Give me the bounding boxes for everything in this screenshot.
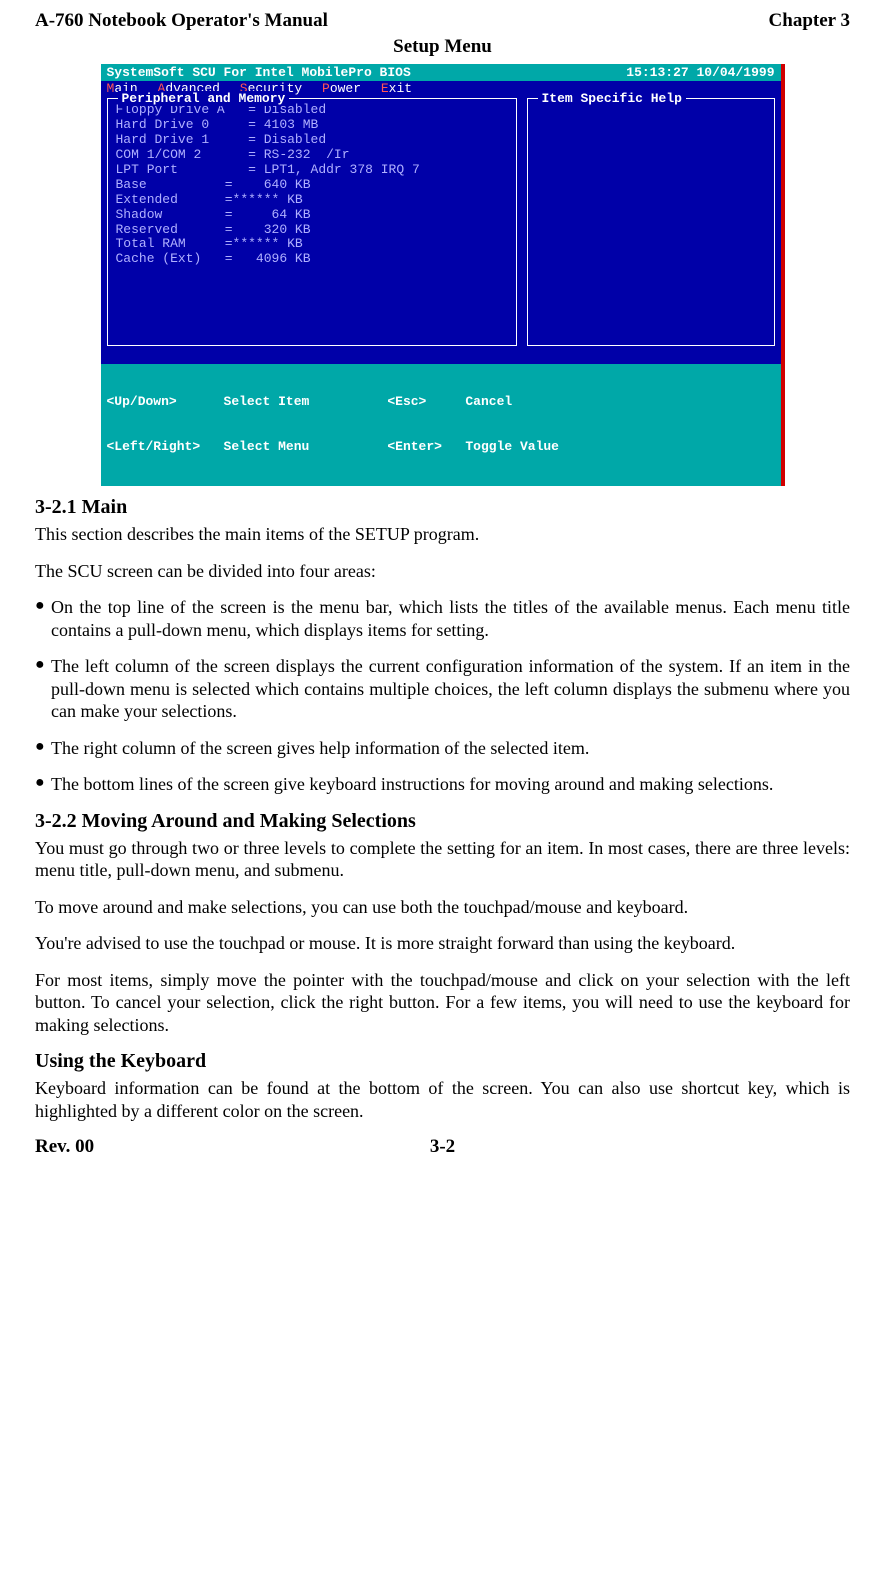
using-keyboard-title: Using the Keyboard <box>35 1050 850 1073</box>
footer-rev: Rev. 00 <box>35 1136 155 1158</box>
bios-bottom-help: <Up/Down> Select Item <Esc> Cancel <Left… <box>101 364 781 486</box>
menu-power: ower <box>330 81 361 96</box>
bullet-item: ● On the top line of the screen is the m… <box>35 596 850 641</box>
bullet-icon: ● <box>35 737 51 760</box>
body-text: This section describes the main items of… <box>35 523 850 546</box>
bullet-item: ● The left column of the screen displays… <box>35 655 850 723</box>
body-text: You must go through two or three levels … <box>35 837 850 882</box>
bios-row: Base = 640 KB <box>116 178 508 193</box>
bios-left-panel: Peripheral and Memory Floppy Drive A = D… <box>107 98 517 346</box>
bios-row: Hard Drive 1 = Disabled <box>116 133 508 148</box>
body-text: You're advised to use the touchpad or mo… <box>35 932 850 955</box>
bullet-text: The bottom lines of the screen give keyb… <box>51 773 850 796</box>
bios-row: COM 1/COM 2 = RS-232 /Ir <box>116 148 508 163</box>
figure-title: Setup Menu <box>35 36 850 58</box>
header-right: Chapter 3 <box>769 10 850 32</box>
bullet-icon: ● <box>35 773 51 796</box>
footer-page-number: 3-2 <box>155 1136 730 1158</box>
bios-row: Shadow = 64 KB <box>116 208 508 223</box>
bios-right-panel: Item Specific Help <box>527 98 775 346</box>
bios-row: Extended =****** KB <box>116 193 508 208</box>
bios-row: Hard Drive 0 = 4103 MB <box>116 118 508 133</box>
bios-help-line: <Up/Down> Select Item <Esc> Cancel <box>107 394 775 409</box>
bios-row: LPT Port = LPT1, Addr 378 IRQ 7 <box>116 163 508 178</box>
bullet-text: The left column of the screen displays t… <box>51 655 850 723</box>
page-footer: Rev. 00 3-2 <box>35 1136 850 1158</box>
bios-row: Reserved = 320 KB <box>116 223 508 238</box>
page-header: A-760 Notebook Operator's Manual Chapter… <box>35 10 850 32</box>
menu-exit: xit <box>389 81 412 96</box>
body-text: Keyboard information can be found at the… <box>35 1077 850 1122</box>
bios-row: Cache (Ext) = 4096 KB <box>116 252 508 267</box>
header-left: A-760 Notebook Operator's Manual <box>35 10 328 32</box>
section-3-2-1-title: 3-2.1 Main <box>35 496 850 519</box>
bullet-item: ● The bottom lines of the screen give ke… <box>35 773 850 796</box>
bullet-icon: ● <box>35 655 51 723</box>
menu-power-hotkey: P <box>322 81 330 96</box>
bios-help-line: <Left/Right> Select Menu <Enter> Toggle … <box>107 439 775 454</box>
bios-title: SystemSoft SCU For Intel MobilePro BIOS <box>107 65 411 80</box>
body-text: For most items, simply move the pointer … <box>35 969 850 1037</box>
bios-datetime: 15:13:27 10/04/1999 <box>626 65 774 80</box>
bullet-text: On the top line of the screen is the men… <box>51 596 850 641</box>
bios-row: Total RAM =****** KB <box>116 237 508 252</box>
bios-screenshot: SystemSoft SCU For Intel MobilePro BIOS … <box>101 64 785 486</box>
bios-right-panel-title: Item Specific Help <box>538 91 686 106</box>
section-3-2-2-title: 3-2.2 Moving Around and Making Selection… <box>35 810 850 833</box>
body-text: The SCU screen can be divided into four … <box>35 560 850 583</box>
menu-exit-hotkey: E <box>381 81 389 96</box>
bullet-item: ● The right column of the screen gives h… <box>35 737 850 760</box>
bullet-text: The right column of the screen gives hel… <box>51 737 850 760</box>
body-text: To move around and make selections, you … <box>35 896 850 919</box>
bullet-icon: ● <box>35 596 51 641</box>
bios-left-panel-title: Peripheral and Memory <box>118 91 290 106</box>
